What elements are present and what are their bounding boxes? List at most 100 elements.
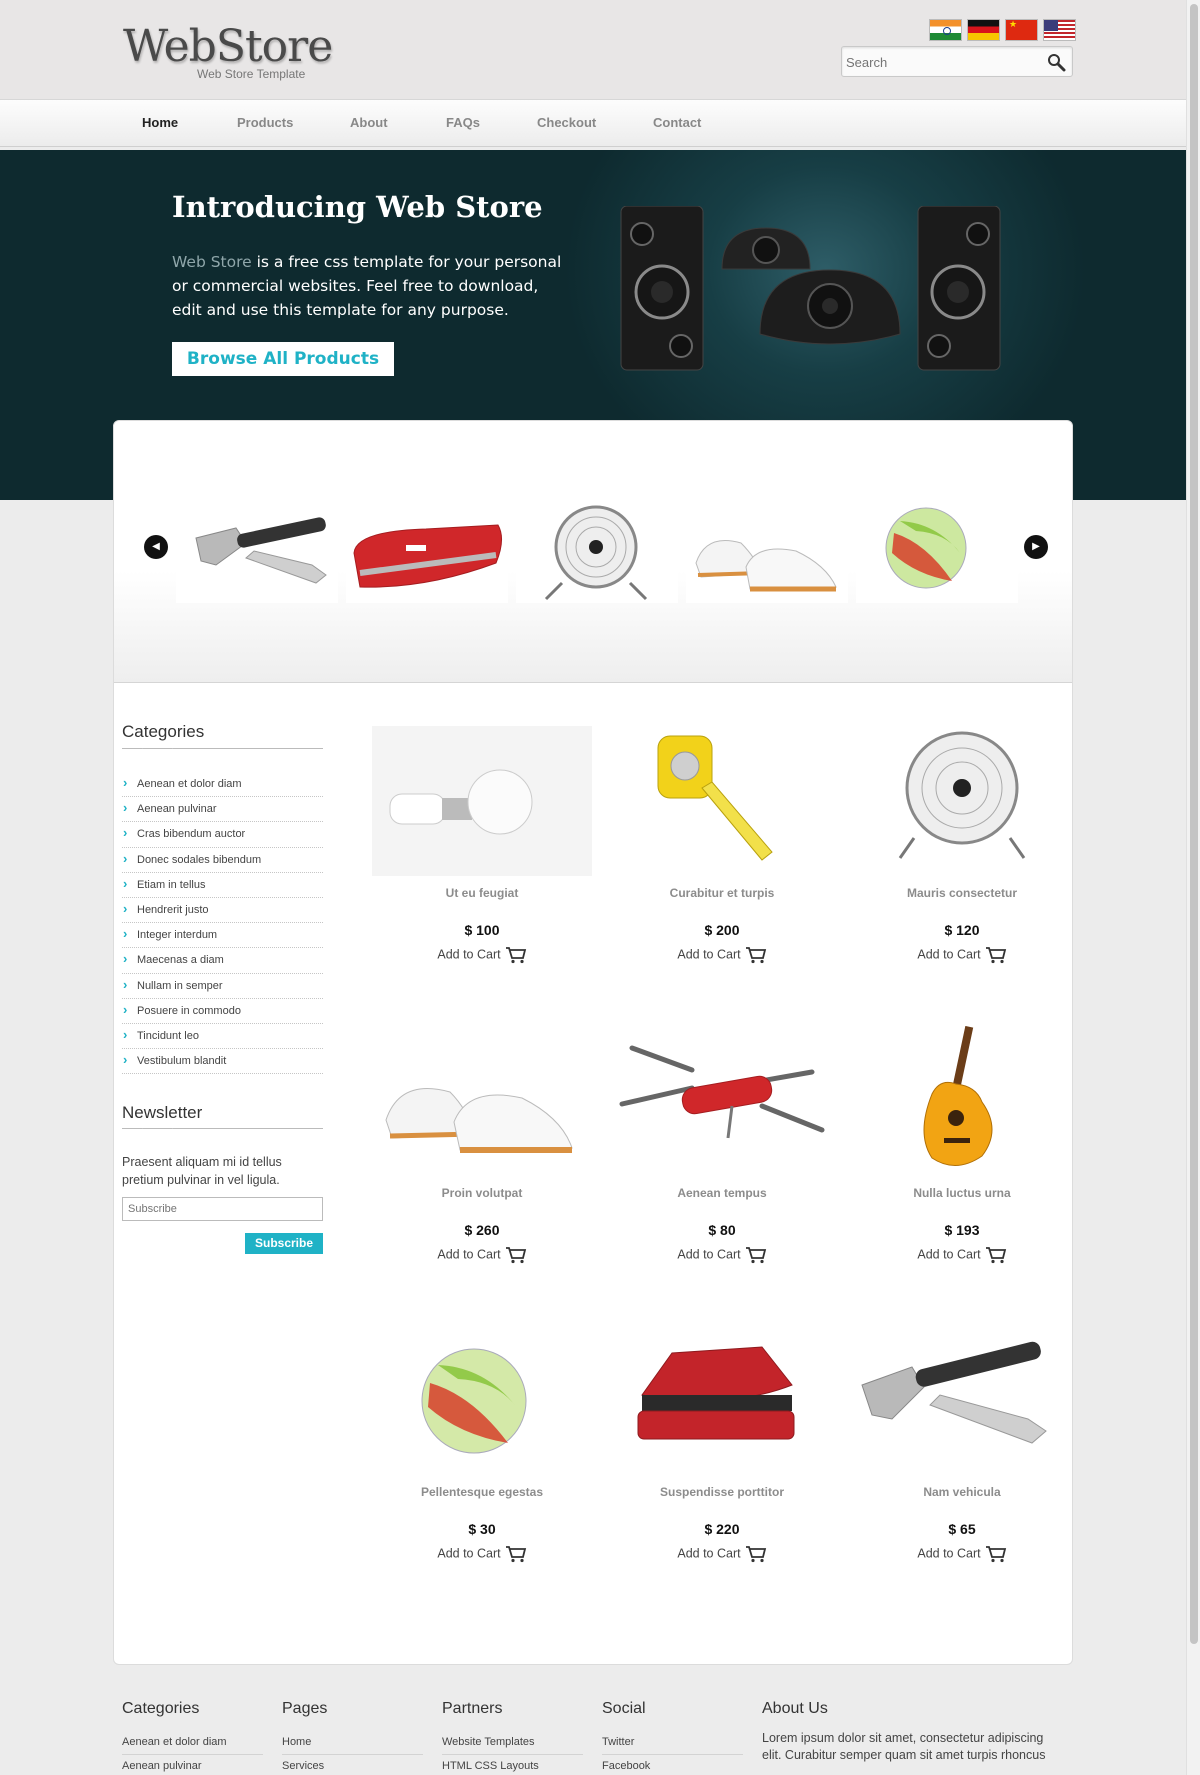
product-card[interactable]: Suspendisse porttitor $ 220 Add to Cart xyxy=(612,1325,832,1575)
footer-link[interactable]: Services xyxy=(282,1755,423,1775)
nav-products[interactable]: Products xyxy=(237,115,293,130)
nav-home[interactable]: Home xyxy=(142,115,178,130)
product-name[interactable]: Suspendisse porttitor xyxy=(612,1485,832,1499)
add-to-cart-button[interactable]: Add to Cart xyxy=(372,1545,592,1563)
footer-social-title: Social xyxy=(602,1700,646,1717)
footer-link[interactable]: Aenean pulvinar xyxy=(122,1755,263,1775)
slider-next-icon[interactable]: ▶ xyxy=(1024,535,1048,559)
category-list: Aenean et dolor diam Aenean pulvinar Cra… xyxy=(122,771,323,1075)
footer-partners: Partners Website Templates HTML CSS Layo… xyxy=(442,1700,583,1775)
category-item[interactable]: Aenean pulvinar xyxy=(122,796,323,823)
cart-icon xyxy=(985,947,1006,964)
slider-prev-icon[interactable]: ◀ xyxy=(144,535,168,559)
product-slider: ◀ ▶ xyxy=(114,421,1072,683)
product-name[interactable]: Proin volutpat xyxy=(372,1186,592,1200)
product-name[interactable]: Nulla luctus urna xyxy=(852,1186,1072,1200)
add-to-cart-label: Add to Cart xyxy=(677,947,741,962)
category-item[interactable]: Etiam in tellus xyxy=(122,872,323,898)
product-image-shoes xyxy=(385,1088,573,1153)
slider-thumb-marble[interactable] xyxy=(856,503,1018,603)
hero-text: Web Store is a free css template for you… xyxy=(172,250,562,322)
divider xyxy=(122,1128,323,1129)
footer-categories-title: Categories xyxy=(122,1700,200,1717)
footer: Categories Aenean et dolor diam Aenean p… xyxy=(0,1680,1200,1775)
add-to-cart-button[interactable]: Add to Cart xyxy=(612,946,832,964)
add-to-cart-button[interactable]: Add to Cart xyxy=(852,946,1072,964)
category-item[interactable]: Tincidunt leo xyxy=(122,1023,323,1050)
marble-image xyxy=(885,507,967,589)
footer-link[interactable]: Facebook xyxy=(602,1755,743,1775)
product-card[interactable]: Ut eu feugiat $ 100 Add to Cart xyxy=(372,726,592,976)
product-name[interactable]: Pellentesque egestas xyxy=(372,1485,592,1499)
germany-flag-icon[interactable] xyxy=(967,19,1000,41)
add-to-cart-button[interactable]: Add to Cart xyxy=(612,1545,832,1563)
product-price: $ 120 xyxy=(944,922,980,938)
divider xyxy=(122,748,323,749)
browse-all-products-button[interactable]: Browse All Products xyxy=(172,342,394,376)
category-item[interactable]: Hendrerit justo xyxy=(122,897,323,924)
add-to-cart-label: Add to Cart xyxy=(917,1546,981,1561)
footer-about-text: Lorem ipsum dolor sit amet, consectetur … xyxy=(762,1731,1046,1762)
logo[interactable]: WebStore Web Store Template xyxy=(123,22,333,82)
nav-checkout[interactable]: Checkout xyxy=(537,115,596,130)
category-item[interactable]: Nullam in semper xyxy=(122,972,323,999)
slider-thumb-hammer[interactable] xyxy=(176,503,338,603)
product-name[interactable]: Aenean tempus xyxy=(612,1186,832,1200)
footer-categories-list: Aenean et dolor diam Aenean pulvinar xyxy=(122,1731,263,1775)
category-item[interactable]: Cras bibendum auctor xyxy=(122,821,323,848)
add-to-cart-button[interactable]: Add to Cart xyxy=(852,1545,1072,1563)
footer-link[interactable]: Twitter xyxy=(602,1731,743,1755)
main-panel: ◀ ▶ Categories › Aenean et dolor diam › … xyxy=(113,420,1073,1665)
product-card[interactable]: Mauris consectetur $ 120 Add to Cart xyxy=(852,726,1072,976)
nav-about[interactable]: About xyxy=(350,115,388,130)
product-name[interactable]: Ut eu feugiat xyxy=(372,886,592,900)
search-icon[interactable] xyxy=(1046,52,1066,72)
add-to-cart-button[interactable]: Add to Cart xyxy=(612,1246,832,1264)
india-flag-icon[interactable] xyxy=(929,19,962,41)
footer-link[interactable]: Home xyxy=(282,1731,423,1755)
nav-contact[interactable]: Contact xyxy=(653,115,701,130)
add-to-cart-button[interactable]: Add to Cart xyxy=(372,1246,592,1264)
product-image-stapler xyxy=(637,1346,795,1440)
product-price: $ 100 xyxy=(464,922,500,938)
product-card[interactable]: Nam vehicula $ 65 Add to Cart xyxy=(852,1325,1072,1575)
page-scrollbar[interactable] xyxy=(1186,0,1200,1775)
nav-faqs[interactable]: FAQs xyxy=(446,115,480,130)
product-name[interactable]: Nam vehicula xyxy=(852,1485,1072,1499)
product-card[interactable]: Nulla luctus urna $ 193 Add to Cart xyxy=(852,1026,1072,1276)
category-item[interactable]: Posuere in commodo xyxy=(122,998,323,1024)
search-input[interactable] xyxy=(846,52,1036,72)
subscribe-button[interactable]: Subscribe xyxy=(245,1233,323,1254)
footer-link[interactable]: Aenean et dolor diam xyxy=(122,1731,263,1755)
category-item[interactable]: Maecenas a diam xyxy=(122,947,323,974)
product-card[interactable]: Curabitur et turpis $ 200 Add to Cart xyxy=(612,726,832,976)
slider-thumb-knife[interactable] xyxy=(346,503,508,603)
subscribe-input[interactable] xyxy=(122,1197,323,1221)
cart-icon xyxy=(745,1546,766,1563)
add-to-cart-button[interactable]: Add to Cart xyxy=(372,946,592,964)
usa-flag-icon[interactable] xyxy=(1043,19,1076,41)
slider-thumb-shoes[interactable] xyxy=(686,503,848,603)
category-item[interactable]: Donec sodales bibendum xyxy=(122,847,323,873)
product-image-hammer xyxy=(861,1341,1047,1444)
footer-link[interactable]: HTML CSS Layouts xyxy=(442,1755,583,1775)
china-flag-icon[interactable]: ★ xyxy=(1005,19,1038,41)
search-box xyxy=(841,46,1073,77)
sidebar-categories-title: Categories xyxy=(122,722,205,741)
product-name[interactable]: Mauris consectetur xyxy=(852,886,1072,900)
category-item[interactable]: Integer interdum xyxy=(122,922,323,949)
add-to-cart-label: Add to Cart xyxy=(917,1247,981,1262)
product-card[interactable]: Proin volutpat $ 260 Add to Cart xyxy=(372,1026,592,1276)
footer-link[interactable]: Website Templates xyxy=(442,1731,583,1755)
scrollbar-thumb[interactable] xyxy=(1190,4,1198,1644)
add-to-cart-button[interactable]: Add to Cart xyxy=(852,1246,1072,1264)
product-price: $ 80 xyxy=(708,1222,736,1238)
product-card[interactable]: Aenean tempus $ 80 Add to Cart xyxy=(612,1026,832,1276)
product-name[interactable]: Curabitur et turpis xyxy=(612,886,832,900)
product-card[interactable]: Pellentesque egestas $ 30 Add to Cart xyxy=(372,1325,592,1575)
fan-image xyxy=(544,505,648,601)
category-item[interactable]: Vestibulum blandit xyxy=(122,1048,323,1075)
product-price: $ 260 xyxy=(464,1222,500,1238)
category-item[interactable]: Aenean et dolor diam xyxy=(122,771,323,798)
slider-thumb-fan[interactable] xyxy=(516,503,678,603)
